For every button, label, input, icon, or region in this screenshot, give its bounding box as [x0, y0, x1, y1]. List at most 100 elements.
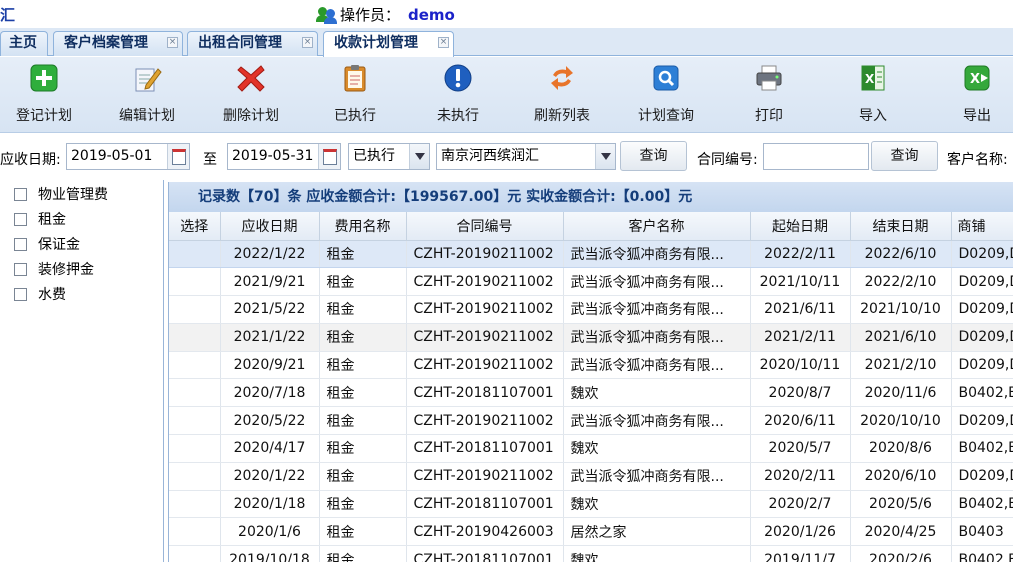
customer-name-label: 客户名称:: [947, 152, 1008, 168]
edit-plan-button[interactable]: 编辑计划: [102, 63, 192, 125]
sidebar-item-deposit[interactable]: 保证金: [14, 234, 80, 254]
table-cell[interactable]: [169, 240, 221, 269]
refresh-list-button[interactable]: 刷新列表: [517, 63, 607, 125]
project-select[interactable]: 南京河西缤润汇: [436, 143, 616, 170]
contract-number-input[interactable]: [763, 143, 869, 170]
printer-icon: [754, 63, 784, 93]
table-row[interactable]: 2020/7/18 租金 CZHT-20181107001 魏欢 2020/8/7 202…: [169, 378, 1013, 408]
chevron-down-icon[interactable]: [595, 144, 615, 169]
query-button-2[interactable]: 查询: [871, 141, 938, 171]
register-plan-button[interactable]: 登记计划: [0, 63, 89, 125]
checkbox[interactable]: [14, 212, 27, 226]
table-cell: 2019/10/18: [220, 545, 320, 562]
table-cell: D0209,D: [951, 406, 1013, 436]
add-icon: [29, 63, 59, 93]
column-header[interactable]: 合同编号: [406, 212, 564, 241]
column-header[interactable]: 结束日期: [850, 212, 952, 241]
table-cell[interactable]: [169, 490, 221, 519]
sidebar-item-water-fee[interactable]: 水费: [14, 284, 66, 304]
delete-plan-button[interactable]: 删除计划: [206, 63, 296, 125]
table-cell[interactable]: [169, 434, 221, 463]
status-select[interactable]: 已执行: [348, 143, 430, 170]
column-header[interactable]: 费用名称: [319, 212, 407, 241]
table-cell: 2020/6/10: [850, 462, 952, 491]
table-cell: 2020/8/6: [850, 434, 952, 463]
close-icon[interactable]: ×: [167, 37, 178, 48]
table-row[interactable]: 2019/10/18 租金 CZHT-20181107001 魏欢 2019/11/7 2…: [169, 545, 1013, 562]
column-header[interactable]: 客户名称: [563, 212, 751, 241]
table-cell: 武当派令狐冲商务有限...: [563, 267, 751, 297]
query-button[interactable]: 查询: [620, 141, 687, 171]
table-cell[interactable]: [169, 323, 221, 352]
tab-lease-contract[interactable]: 出租合同管理 ×: [187, 31, 318, 56]
table-cell: 2020/2/11: [750, 462, 851, 491]
table-cell[interactable]: [169, 267, 221, 297]
column-header[interactable]: 起始日期: [750, 212, 851, 241]
print-button[interactable]: 打印: [724, 63, 814, 125]
sidebar-item-property-fee[interactable]: 物业管理费: [14, 184, 108, 204]
tab-home[interactable]: 主页: [0, 31, 48, 56]
chevron-down-icon[interactable]: [409, 144, 429, 169]
tab-customer-archive[interactable]: 客户档案管理 ×: [53, 31, 183, 56]
table-cell[interactable]: [169, 517, 221, 547]
table-cell: 2021/10/11: [750, 267, 851, 297]
tab-label: 出租合同管理: [198, 35, 282, 51]
table-cell: 2020/1/22: [220, 462, 320, 491]
table-cell: 租金: [319, 517, 407, 547]
column-header[interactable]: 应收日期: [220, 212, 320, 241]
table-row[interactable]: 2020/1/6 租金 CZHT-20190426003 居然之家 2020/1/26 2…: [169, 517, 1013, 547]
table-cell: 租金: [319, 378, 407, 408]
table-row[interactable]: 2020/1/22 租金 CZHT-20190211002 武当派令狐冲商务有限...…: [169, 462, 1013, 491]
calendar-icon[interactable]: [167, 144, 189, 169]
table-cell: CZHT-20190211002: [406, 406, 564, 436]
table-cell: 2020/4/25: [850, 517, 952, 547]
export-button[interactable]: X 导出: [932, 63, 1013, 125]
table-cell: 2022/6/10: [850, 240, 952, 269]
table-row[interactable]: 2020/5/22 租金 CZHT-20190211002 武当派令狐冲商务有限...…: [169, 406, 1013, 436]
excel-export-icon: X: [962, 63, 992, 93]
edit-icon: [132, 63, 162, 93]
import-button[interactable]: X 导入: [828, 63, 918, 125]
checkbox[interactable]: [14, 262, 27, 276]
plan-query-button[interactable]: 计划查询: [621, 63, 711, 125]
sidebar-item-rent[interactable]: 租金: [14, 209, 66, 229]
sidebar-item-decoration-deposit[interactable]: 装修押金: [14, 259, 94, 279]
table-cell[interactable]: [169, 545, 221, 562]
table-row[interactable]: 2022/1/22 租金 CZHT-20190211002 武当派令狐冲商务有限...…: [169, 240, 1013, 269]
table-cell[interactable]: [169, 462, 221, 491]
table-cell: CZHT-20181107001: [406, 378, 564, 408]
table-row[interactable]: 2021/1/22 租金 CZHT-20190211002 武当派令狐冲商务有限...…: [169, 323, 1013, 352]
column-header[interactable]: 选择: [169, 212, 221, 241]
table-cell: 2020/7/18: [220, 378, 320, 408]
table-row[interactable]: 2020/4/17 租金 CZHT-20181107001 魏欢 2020/5/7 202…: [169, 434, 1013, 463]
table-row[interactable]: 2021/5/22 租金 CZHT-20190211002 武当派令狐冲商务有限...…: [169, 295, 1013, 324]
calendar-icon[interactable]: [318, 144, 340, 169]
date-from-input[interactable]: 2019-05-01: [66, 143, 190, 170]
refresh-icon: [547, 63, 577, 93]
search-icon: [651, 63, 681, 93]
table-cell: 魏欢: [563, 434, 751, 463]
table-cell: 武当派令狐冲商务有限...: [563, 462, 751, 491]
column-header[interactable]: 商铺: [951, 212, 1013, 241]
table-cell[interactable]: [169, 351, 221, 380]
table-cell[interactable]: [169, 406, 221, 436]
table-cell: 2020/10/10: [850, 406, 952, 436]
close-icon[interactable]: ×: [438, 37, 449, 48]
close-icon[interactable]: ×: [302, 37, 313, 48]
not-executed-button[interactable]: 未执行: [413, 63, 503, 125]
table-cell[interactable]: [169, 295, 221, 324]
checkbox[interactable]: [14, 237, 27, 251]
table-row[interactable]: 2021/9/21 租金 CZHT-20190211002 武当派令狐冲商务有限...…: [169, 267, 1013, 297]
table-row[interactable]: 2020/9/21 租金 CZHT-20190211002 武当派令狐冲商务有限...…: [169, 351, 1013, 380]
table-cell: 2021/10/10: [850, 295, 952, 324]
executed-button[interactable]: 已执行: [310, 63, 400, 125]
table-cell: 2021/2/11: [750, 323, 851, 352]
table-cell: 2020/1/26: [750, 517, 851, 547]
table-cell: CZHT-20190426003: [406, 517, 564, 547]
table-row[interactable]: 2020/1/18 租金 CZHT-20181107001 魏欢 2020/2/7 202…: [169, 490, 1013, 519]
checkbox[interactable]: [14, 187, 27, 201]
checkbox[interactable]: [14, 287, 27, 301]
date-to-input[interactable]: 2019-05-31: [227, 143, 341, 170]
tab-payment-plan[interactable]: 收款计划管理 ×: [323, 31, 454, 57]
table-cell[interactable]: [169, 378, 221, 408]
